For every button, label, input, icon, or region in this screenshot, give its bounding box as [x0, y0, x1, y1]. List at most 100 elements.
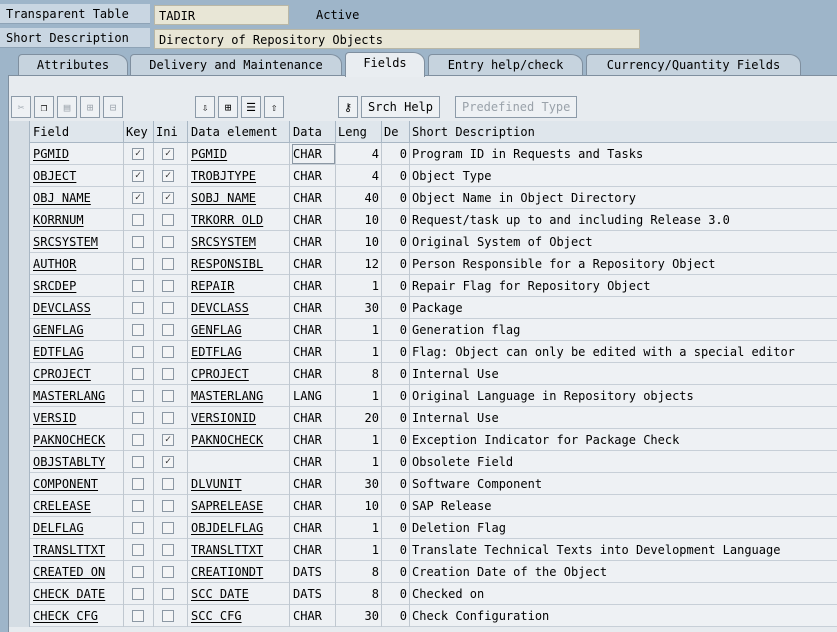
table-row[interactable]: SRCDEP REPAIR CHAR 1 0 Repair Flag for Reposi… — [9, 275, 837, 297]
table-row[interactable]: OBJECT ✓ ✓ TROBJTYPE CHAR 4 0 Object Type — [9, 165, 837, 187]
initial-values-checkbox[interactable] — [162, 346, 174, 358]
data-element-input[interactable]: SOBJ NAME — [189, 187, 290, 209]
key-checkbox[interactable] — [132, 214, 144, 226]
tab-delivery-maintenance[interactable]: Delivery and Maintenance — [130, 54, 342, 76]
row-selector[interactable] — [9, 539, 30, 561]
key-checkbox[interactable] — [132, 412, 144, 424]
data-element-input[interactable]: MASTERLANG — [189, 385, 290, 407]
initial-values-checkbox[interactable] — [162, 478, 174, 490]
field-name-input[interactable]: VERSID — [31, 407, 124, 429]
row-selector[interactable] — [9, 561, 30, 583]
table-row[interactable]: CPROJECT CPROJECT CHAR 8 0 Internal Use — [9, 363, 837, 385]
details-icon[interactable]: ☰ — [241, 96, 261, 118]
table-row[interactable]: OBJ NAME ✓ ✓ SOBJ NAME CHAR 40 0 Object Name in… — [9, 187, 837, 209]
key-checkbox[interactable]: ✓ — [132, 148, 144, 160]
column-header-data-type[interactable]: Data — [291, 121, 336, 143]
tab-fields[interactable]: Fields — [345, 52, 425, 77]
initial-values-checkbox[interactable] — [162, 412, 174, 424]
data-element-input[interactable]: RESPONSIBL — [189, 253, 290, 275]
data-element-input[interactable]: CPROJECT — [189, 363, 290, 385]
key-checkbox[interactable] — [132, 456, 144, 468]
field-name-input[interactable]: CHECK DATE — [31, 583, 124, 605]
row-selector[interactable] — [9, 231, 30, 253]
field-name-input[interactable]: DEVCLASS — [31, 297, 124, 319]
field-name-input[interactable]: COMPONENT — [31, 473, 124, 495]
row-selector[interactable] — [9, 583, 30, 605]
row-selector[interactable] — [9, 319, 30, 341]
tab-entry-help-check[interactable]: Entry help/check — [428, 54, 583, 76]
data-element-input[interactable]: VERSIONID — [189, 407, 290, 429]
initial-values-checkbox[interactable] — [162, 214, 174, 226]
field-name-input[interactable]: CRELEASE — [31, 495, 124, 517]
row-selector[interactable] — [9, 165, 30, 187]
table-name-field[interactable]: TADIR — [154, 5, 289, 25]
initial-values-checkbox[interactable] — [162, 522, 174, 534]
field-name-input[interactable]: SRCDEP — [31, 275, 124, 297]
row-selector[interactable] — [9, 517, 30, 539]
key-checkbox[interactable] — [132, 522, 144, 534]
select-all-icon[interactable]: ⇩ — [195, 96, 215, 118]
key-checkbox[interactable]: ✓ — [132, 170, 144, 182]
column-header-data-element[interactable]: Data element — [189, 121, 290, 143]
table-row[interactable]: SRCSYSTEM SRCSYSTEM CHAR 10 0 Original System… — [9, 231, 837, 253]
key-checkbox[interactable] — [132, 544, 144, 556]
field-name-input[interactable]: CPROJECT — [31, 363, 124, 385]
data-element-input[interactable]: SAPRELEASE — [189, 495, 290, 517]
data-element-input[interactable]: DEVCLASS — [189, 297, 290, 319]
row-selector[interactable] — [9, 605, 30, 627]
table-row[interactable]: CHECK DATE SCC DATE DATS 8 0 Checked on — [9, 583, 837, 605]
data-element-input[interactable]: SCC CFG — [189, 605, 290, 627]
key-checkbox[interactable] — [132, 280, 144, 292]
search-help-button[interactable]: Srch Help — [361, 96, 441, 118]
row-selector[interactable] — [9, 407, 30, 429]
data-element-input[interactable]: REPAIR — [189, 275, 290, 297]
key-icon[interactable]: ⚷ — [338, 96, 358, 118]
data-element-input[interactable]: PGMID — [189, 143, 290, 165]
data-element-input[interactable]: SRCSYSTEM — [189, 231, 290, 253]
key-checkbox[interactable] — [132, 478, 144, 490]
row-selector[interactable] — [9, 473, 30, 495]
initial-values-checkbox[interactable] — [162, 280, 174, 292]
delete-row-icon[interactable]: ⊟ — [103, 96, 123, 118]
field-name-input[interactable]: AUTHOR — [31, 253, 124, 275]
initial-values-checkbox[interactable] — [162, 610, 174, 622]
column-header-key[interactable]: Key — [124, 121, 154, 143]
copy-icon[interactable]: ❐ — [34, 96, 54, 118]
initial-values-checkbox[interactable] — [162, 324, 174, 336]
data-element-input[interactable]: TRKORR OLD — [189, 209, 290, 231]
table-row[interactable]: KORRNUM TRKORR OLD CHAR 10 0 Request/task up … — [9, 209, 837, 231]
key-checkbox[interactable] — [132, 390, 144, 402]
key-checkbox[interactable] — [132, 588, 144, 600]
initial-values-checkbox[interactable]: ✓ — [162, 170, 174, 182]
key-checkbox[interactable] — [132, 368, 144, 380]
field-name-input[interactable]: OBJECT — [31, 165, 124, 187]
table-row[interactable]: MASTERLANG MASTERLANG LANG 1 0 Original Langu… — [9, 385, 837, 407]
table-row[interactable]: TRANSLTTXT TRANSLTTXT CHAR 1 0 Translate Tech… — [9, 539, 837, 561]
key-checkbox[interactable] — [132, 500, 144, 512]
table-row[interactable]: PGMID ✓ ✓ PGMID CHAR 4 0 Program ID in Requests… — [9, 143, 837, 165]
key-checkbox[interactable] — [132, 258, 144, 270]
column-header-length[interactable]: Leng — [336, 121, 382, 143]
field-name-input[interactable]: CHECK CFG — [31, 605, 124, 627]
column-header-initial[interactable]: Ini — [154, 121, 188, 143]
data-element-input[interactable]: TROBJTYPE — [189, 165, 290, 187]
tab-currency-quantity-fields[interactable]: Currency/Quantity Fields — [586, 54, 801, 76]
row-selector[interactable] — [9, 385, 30, 407]
initial-values-checkbox[interactable]: ✓ — [162, 192, 174, 204]
row-selector[interactable] — [9, 187, 30, 209]
expand-icon[interactable]: ⊞ — [218, 96, 238, 118]
short-description-field[interactable]: Directory of Repository Objects — [154, 29, 640, 49]
data-element-input[interactable]: PAKNOCHECK — [189, 429, 290, 451]
column-header-field[interactable]: Field — [31, 121, 124, 143]
table-row[interactable]: OBJSTABLTY ✓ CHAR 1 0 Obsolete Field — [9, 451, 837, 473]
row-selector[interactable] — [9, 363, 30, 385]
data-element-input[interactable]: SCC DATE — [189, 583, 290, 605]
table-row[interactable]: CREATED ON CREATIONDT DATS 8 0 Creation Date … — [9, 561, 837, 583]
data-element-input[interactable]: CREATIONDT — [189, 561, 290, 583]
row-selector[interactable] — [9, 143, 30, 165]
initial-values-checkbox[interactable]: ✓ — [162, 456, 174, 468]
initial-values-checkbox[interactable] — [162, 500, 174, 512]
field-name-input[interactable]: PGMID — [31, 143, 124, 165]
row-selector[interactable] — [9, 429, 30, 451]
field-name-input[interactable]: EDTFLAG — [31, 341, 124, 363]
